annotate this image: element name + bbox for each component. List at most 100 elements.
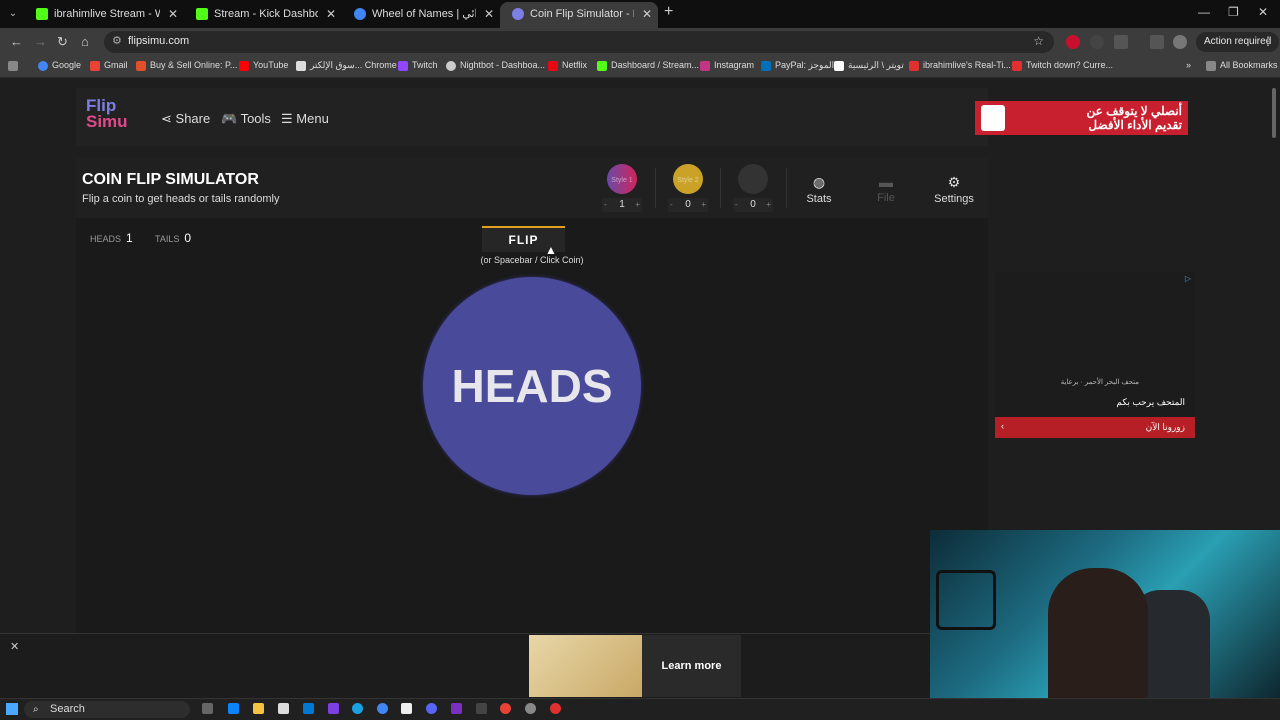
back-icon[interactable]: ← <box>10 34 23 49</box>
taskbar-app-icon[interactable] <box>328 703 339 714</box>
extensions-puzzle-icon[interactable] <box>1114 35 1128 49</box>
style-1-stepper[interactable]: - 1 + <box>602 198 642 212</box>
style-3-stepper[interactable]: - 0 + <box>733 198 773 212</box>
file-explorer-icon[interactable] <box>253 703 264 714</box>
more-menu-icon[interactable]: ⋮ <box>1262 34 1274 48</box>
close-icon[interactable]: ✕ <box>168 2 178 26</box>
close-ad-icon[interactable]: ✕ <box>10 640 19 653</box>
profile-avatar[interactable] <box>1173 35 1187 49</box>
taskbar-search[interactable]: ⌕ Search <box>24 701 190 718</box>
tab-kick-dashboard[interactable]: Stream - Kick Dashboard ✕ <box>184 2 342 28</box>
bookmark-youtube[interactable]: YouTube <box>239 60 288 71</box>
bookmark-realtime[interactable]: ibrahimlive's Real-Ti... <box>909 60 1011 71</box>
learn-more-button[interactable]: Learn more <box>642 635 741 697</box>
folder-icon <box>1206 61 1216 71</box>
chrome-icon[interactable] <box>377 703 388 714</box>
coin[interactable]: HEADS <box>423 277 641 495</box>
minus-icon[interactable]: - <box>735 198 738 212</box>
plus-icon[interactable]: + <box>701 198 706 212</box>
search-icon: ⌕ <box>33 704 39 715</box>
bookmark-instagram[interactable]: Instagram <box>700 60 754 71</box>
ad-choices-icon[interactable]: ▷ <box>1185 274 1191 283</box>
store-icon[interactable] <box>278 703 289 714</box>
minimize-icon[interactable]: — <box>1198 5 1210 19</box>
close-icon[interactable]: ✕ <box>642 2 652 26</box>
taskbar-app-icon[interactable] <box>303 703 314 714</box>
reload-icon[interactable]: ↻ <box>57 34 68 50</box>
bottom-ad-image[interactable] <box>529 635 642 697</box>
settings-button[interactable]: ⚙ Settings <box>929 174 979 205</box>
site-logo[interactable]: Flip Simu <box>86 97 128 130</box>
close-icon[interactable]: ✕ <box>484 2 494 26</box>
bookmark-twitch-down[interactable]: Twitch down? Curre... <box>1012 60 1113 71</box>
tools-button[interactable]: 🎮 Tools <box>221 111 271 127</box>
style-3-coin[interactable] <box>738 164 768 194</box>
taskbar-app-icon[interactable] <box>476 703 487 714</box>
top-banner-ad[interactable]: أنصلي لا يتوقف عن تقديم الأداء الأفضل <box>975 101 1188 135</box>
window-close-icon[interactable]: ✕ <box>1258 5 1268 19</box>
restore-icon[interactable]: ❐ <box>1228 5 1239 19</box>
menu-button[interactable]: ☰ Menu <box>281 111 329 127</box>
extension-icon[interactable] <box>1090 35 1104 49</box>
taskbar-app-icon[interactable] <box>228 703 239 714</box>
bookmark-buy-sell[interactable]: Buy & Sell Online: P... <box>136 60 237 71</box>
new-tab-icon[interactable]: + <box>664 3 673 21</box>
windows-start-icon[interactable] <box>6 703 18 715</box>
forward-icon[interactable]: → <box>34 34 47 49</box>
discord-icon[interactable] <box>426 703 437 714</box>
tab-search-icon[interactable]: ⌄ <box>4 5 22 23</box>
taskbar-app-icon[interactable] <box>451 703 462 714</box>
side-ad-cta[interactable]: ‹ زورونا الآن <box>995 417 1195 438</box>
chrome-active-icon[interactable] <box>500 703 511 714</box>
page-scrollbar[interactable] <box>1272 88 1276 138</box>
home-icon[interactable]: ⌂ <box>81 34 89 49</box>
bookmark-twitch[interactable]: Twitch <box>398 60 438 71</box>
file-button[interactable]: ▬ File <box>861 174 911 204</box>
bookmark-site-icon <box>909 61 919 71</box>
divider <box>786 168 787 208</box>
style-2-stepper[interactable]: - 0 + <box>668 198 708 212</box>
flip-hint: (or Spacebar / Click Coin) <box>480 255 584 265</box>
taskbar-app-icon[interactable] <box>525 703 536 714</box>
tab-search-list-icon[interactable] <box>1150 35 1164 49</box>
minus-icon[interactable]: - <box>670 198 673 212</box>
youtube-icon <box>239 61 249 71</box>
extension-icon[interactable] <box>1066 35 1080 49</box>
bookmark-google[interactable]: Google <box>38 60 81 71</box>
heads-score-label: HEADS <box>90 234 122 244</box>
address-bar[interactable]: ⚙ flipsimu.com ☆ <box>104 31 1054 53</box>
taskbar-app-icon[interactable] <box>401 703 412 714</box>
divider <box>720 168 721 208</box>
x-icon <box>834 61 844 71</box>
bookmark-twitter[interactable]: تويتر \ الرئيسية <box>834 60 904 71</box>
taskbar-app-icon[interactable] <box>550 703 561 714</box>
side-ad[interactable]: ▷ متحف البحر الأحمر · برعاية المتحف يرحب… <box>995 272 1195 438</box>
plus-icon[interactable]: + <box>766 198 771 212</box>
plus-icon[interactable]: + <box>635 198 640 212</box>
bookmark-star-icon[interactable]: ☆ <box>1033 34 1044 48</box>
site-info-icon[interactable]: ⚙ <box>112 34 122 47</box>
tools-label: Tools <box>240 111 271 126</box>
tab-kick-stream[interactable]: ibrahimlive Stream - Watch Live ✕ <box>24 2 184 28</box>
bookmark-chrome-store[interactable]: سوق الإلكتر... Chrome <box>296 60 397 71</box>
style-1-count: 1 <box>619 199 625 210</box>
task-view-icon[interactable] <box>202 703 213 714</box>
stats-button[interactable]: ◍ Stats <box>794 174 844 205</box>
bookmark-netflix[interactable]: Netflix <box>548 60 587 71</box>
bookmarks-overflow-icon[interactable]: » <box>1172 60 1191 70</box>
bookmark-paypal[interactable]: PayPal: الموجز <box>761 60 834 71</box>
minus-icon[interactable]: - <box>604 198 607 212</box>
bookmark-kick-dashboard[interactable]: Dashboard / Stream... <box>597 60 699 71</box>
tab-wheel-of-names[interactable]: Wheel of Names | عجلة الأسماء العشوائي ✕ <box>342 2 500 28</box>
edge-icon[interactable] <box>352 703 363 714</box>
tab-label: Coin Flip Simulator - Flip a Coin <box>530 8 634 20</box>
bookmark-gmail[interactable]: Gmail <box>90 60 128 71</box>
bookmark-site-icon <box>136 61 146 71</box>
close-icon[interactable]: ✕ <box>326 2 336 26</box>
site-header <box>76 88 988 146</box>
microphone-arm <box>936 570 996 630</box>
all-bookmarks[interactable]: All Bookmarks <box>1206 60 1278 71</box>
tab-coin-flip[interactable]: Coin Flip Simulator - Flip a Coin ✕ <box>500 2 658 28</box>
bookmark-nightbot[interactable]: Nightbot - Dashboa... <box>446 60 545 71</box>
share-button[interactable]: ⋖ Share <box>161 111 210 127</box>
